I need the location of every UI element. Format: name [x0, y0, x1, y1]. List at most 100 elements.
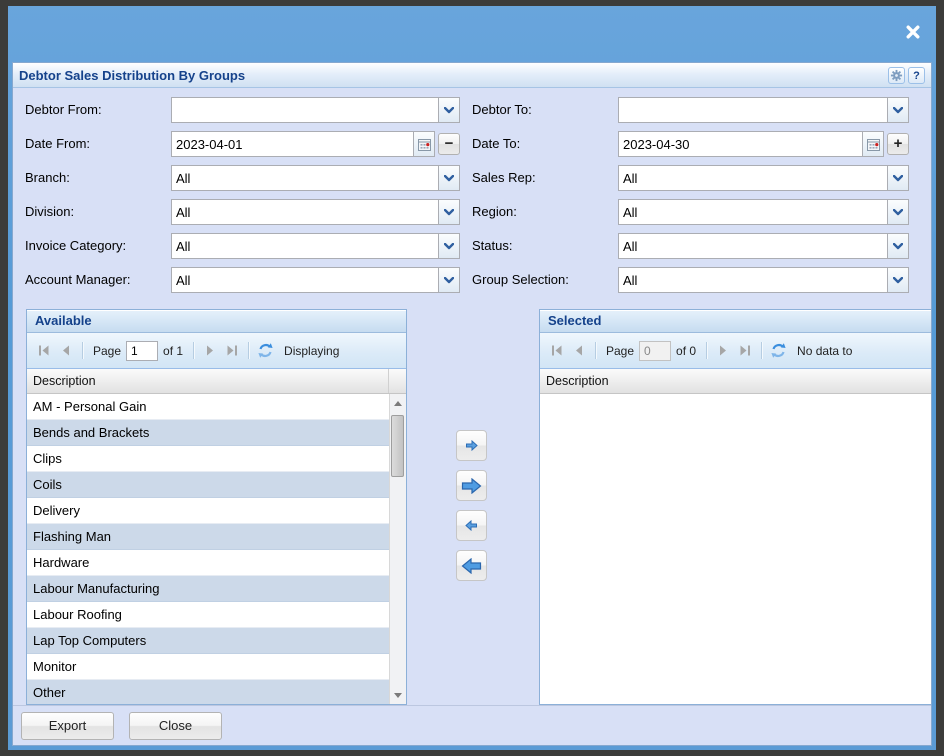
- form-row-acctmgr-groupsel: Account Manager: Group Selection:: [15, 267, 931, 293]
- first-page-button[interactable]: [546, 340, 568, 362]
- first-page-icon: [550, 344, 564, 357]
- last-page-button[interactable]: [734, 340, 756, 362]
- available-grid-header: Description: [27, 369, 406, 394]
- division-input[interactable]: [172, 200, 438, 224]
- region-label: Region:: [460, 199, 618, 225]
- export-button[interactable]: Export: [21, 712, 114, 740]
- add-all-button[interactable]: [456, 470, 487, 501]
- invoice-category-combobox: [171, 233, 460, 259]
- selected-grid-body: [540, 394, 932, 704]
- refresh-icon: [770, 342, 787, 359]
- chevron-down-icon: [893, 209, 903, 216]
- scroll-down-button[interactable]: [390, 687, 406, 703]
- branch-input[interactable]: [172, 166, 438, 190]
- selected-grid-header: Description: [540, 369, 932, 394]
- gear-icon: [890, 69, 903, 82]
- date-from-decrement-button[interactable]: −: [438, 133, 460, 155]
- grid-header-spacer: [389, 369, 406, 393]
- form-row-debtor: Debtor From: Debtor To:: [15, 97, 931, 123]
- date-to-field: [618, 131, 884, 157]
- date-to-calendar-trigger[interactable]: [862, 132, 883, 156]
- description-column-header[interactable]: Description: [27, 369, 389, 393]
- scroll-down-icon: [394, 693, 402, 698]
- list-item[interactable]: Bends and Brackets: [27, 420, 389, 446]
- date-to-increment-button[interactable]: +: [887, 133, 909, 155]
- settings-button[interactable]: [888, 67, 905, 84]
- refresh-button[interactable]: [767, 340, 789, 362]
- list-item[interactable]: Delivery: [27, 498, 389, 524]
- page-label: Page: [93, 344, 121, 358]
- prev-page-icon: [59, 344, 73, 357]
- selected-paging-toolbar: Page of 0 No data: [540, 333, 932, 369]
- form-row-branch-salesrep: Branch: Sales Rep:: [15, 165, 931, 191]
- date-to-input[interactable]: [619, 132, 862, 156]
- debtor-from-input[interactable]: [172, 98, 438, 122]
- chevron-down-icon: [444, 209, 454, 216]
- selected-list: [540, 394, 932, 704]
- group-selection-dropdown-trigger[interactable]: [887, 268, 908, 292]
- scroll-up-button[interactable]: [390, 395, 406, 411]
- available-page-input[interactable]: [126, 341, 158, 361]
- filter-form: Debtor From: Debtor To:: [15, 97, 931, 301]
- prev-page-button[interactable]: [55, 340, 77, 362]
- remove-all-button[interactable]: [456, 550, 487, 581]
- account-manager-input[interactable]: [172, 268, 438, 292]
- debtor-from-dropdown-trigger[interactable]: [438, 98, 459, 122]
- next-page-button[interactable]: [712, 340, 734, 362]
- group-selection-input[interactable]: [619, 268, 887, 292]
- sales-rep-dropdown-trigger[interactable]: [887, 166, 908, 190]
- form-row-invoicecat-status: Invoice Category: Status:: [15, 233, 931, 259]
- list-item[interactable]: Clips: [27, 446, 389, 472]
- invoice-category-input[interactable]: [172, 234, 438, 258]
- list-item[interactable]: Coils: [27, 472, 389, 498]
- selected-page-input[interactable]: [639, 341, 671, 361]
- description-column-header[interactable]: Description: [540, 369, 932, 393]
- remove-selected-button[interactable]: [456, 510, 487, 541]
- date-from-input[interactable]: [172, 132, 413, 156]
- close-button[interactable]: Close: [129, 712, 222, 740]
- debtor-to-dropdown-trigger[interactable]: [887, 98, 908, 122]
- window-close-button[interactable]: [902, 21, 924, 43]
- debtor-to-label: Debtor To:: [460, 97, 618, 123]
- list-item[interactable]: Hardware: [27, 550, 389, 576]
- toolbar-separator: [193, 342, 194, 359]
- arrow-left-large-icon: [461, 558, 482, 574]
- list-item[interactable]: AM - Personal Gain: [27, 394, 389, 420]
- date-to-label: Date To:: [460, 131, 618, 157]
- account-manager-label: Account Manager:: [15, 267, 171, 293]
- next-page-button[interactable]: [199, 340, 221, 362]
- available-grid-body: AM - Personal GainBends and BracketsClip…: [27, 394, 406, 704]
- calendar-icon: [418, 138, 431, 151]
- sales-rep-input[interactable]: [619, 166, 887, 190]
- calendar-icon: [867, 138, 880, 151]
- chevron-down-icon: [444, 175, 454, 182]
- add-selected-button[interactable]: [456, 430, 487, 461]
- region-dropdown-trigger[interactable]: [887, 200, 908, 224]
- division-dropdown-trigger[interactable]: [438, 200, 459, 224]
- list-item[interactable]: Other: [27, 680, 389, 704]
- status-input[interactable]: [619, 234, 887, 258]
- help-icon: ?: [913, 70, 920, 82]
- first-page-button[interactable]: [33, 340, 55, 362]
- refresh-icon: [257, 342, 274, 359]
- list-item[interactable]: Flashing Man: [27, 524, 389, 550]
- region-input[interactable]: [619, 200, 887, 224]
- dialog-window: Debtor Sales Distribution By Groups ?: [8, 6, 936, 750]
- help-button[interactable]: ?: [908, 67, 925, 84]
- chevron-down-icon: [893, 175, 903, 182]
- status-dropdown-trigger[interactable]: [887, 234, 908, 258]
- invoice-category-dropdown-trigger[interactable]: [438, 234, 459, 258]
- list-item[interactable]: Labour Roofing: [27, 602, 389, 628]
- prev-page-button[interactable]: [568, 340, 590, 362]
- account-manager-dropdown-trigger[interactable]: [438, 268, 459, 292]
- list-item[interactable]: Lap Top Computers: [27, 628, 389, 654]
- last-page-button[interactable]: [221, 340, 243, 362]
- available-scrollbar[interactable]: [389, 394, 406, 704]
- debtor-to-input[interactable]: [619, 98, 887, 122]
- scrollbar-thumb[interactable]: [391, 415, 404, 477]
- branch-dropdown-trigger[interactable]: [438, 166, 459, 190]
- refresh-button[interactable]: [254, 340, 276, 362]
- list-item[interactable]: Labour Manufacturing: [27, 576, 389, 602]
- list-item[interactable]: Monitor: [27, 654, 389, 680]
- date-from-calendar-trigger[interactable]: [413, 132, 434, 156]
